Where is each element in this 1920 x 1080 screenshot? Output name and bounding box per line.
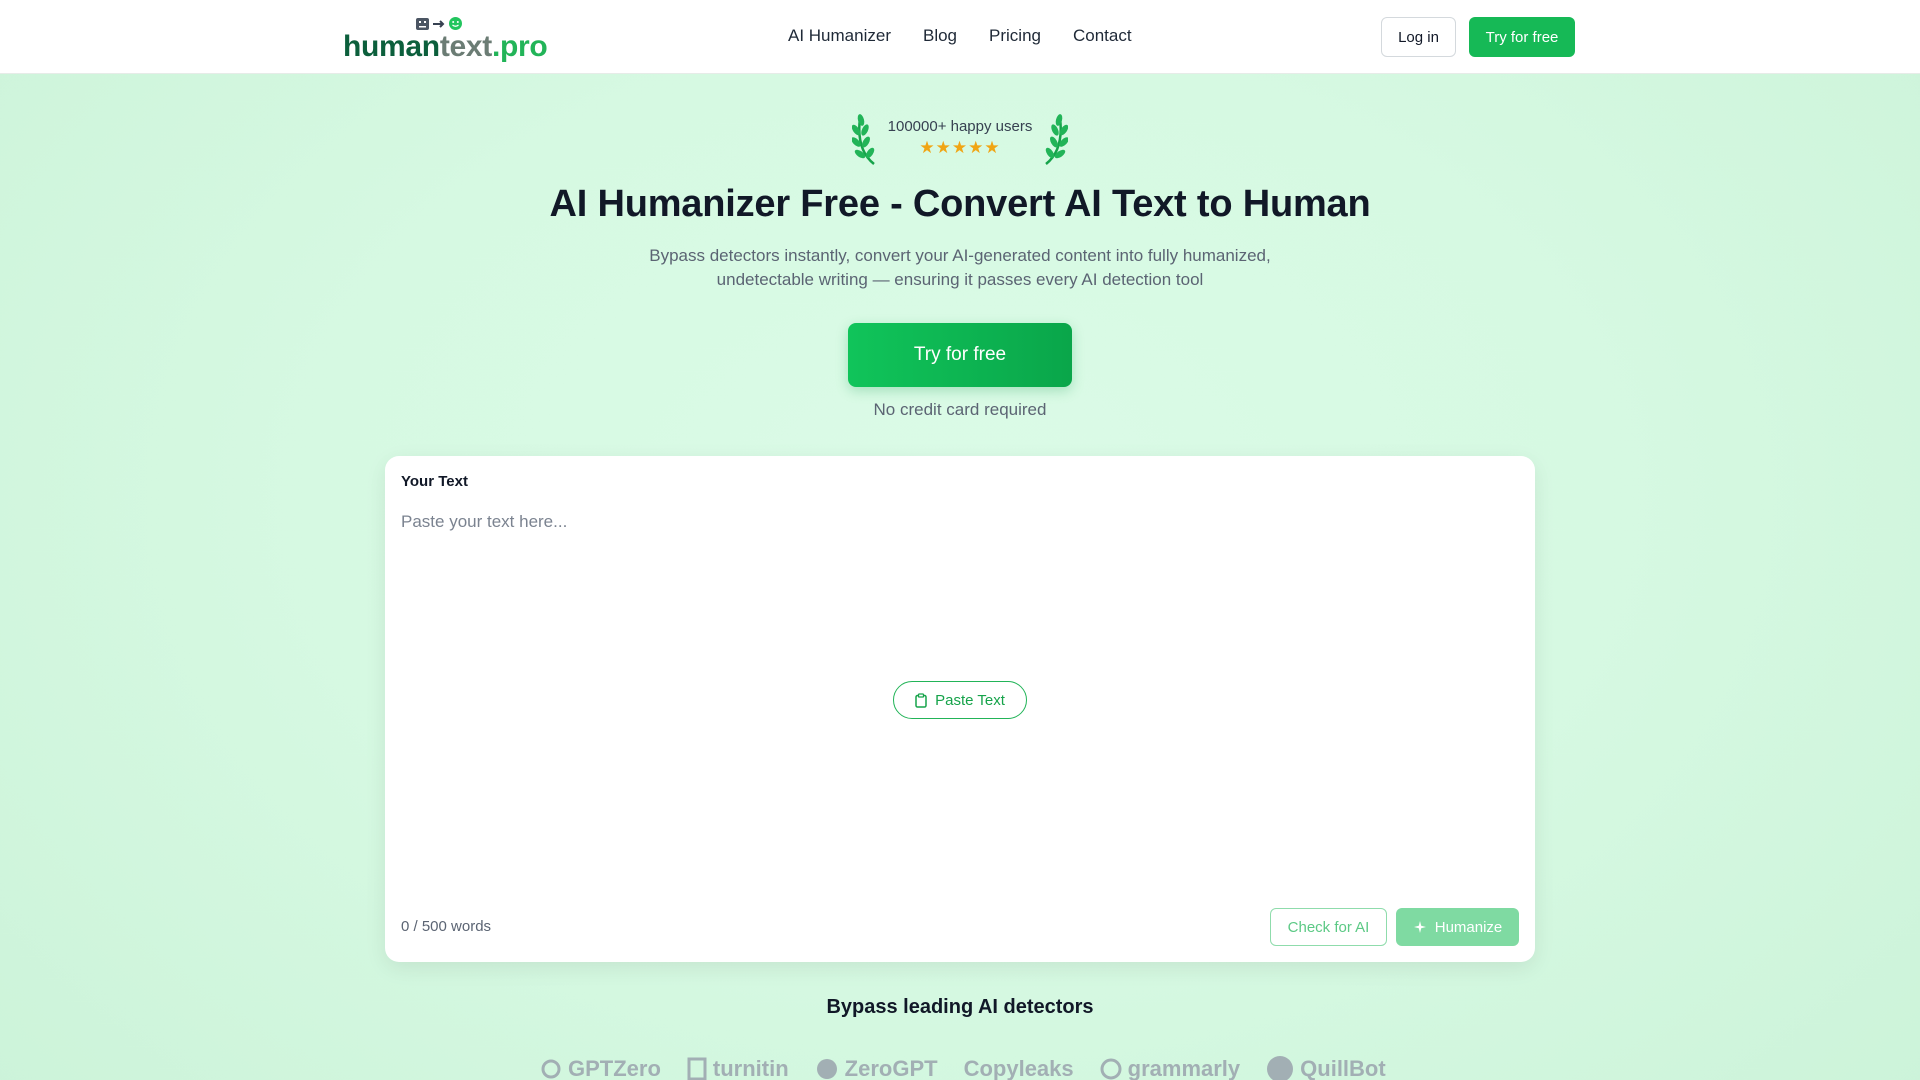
text-editor-card: Your Text Paste Text 0 / 500 words Check… <box>385 456 1535 962</box>
gptzero-logo: GPTZero <box>540 1056 661 1080</box>
nav-pricing[interactable]: Pricing <box>989 26 1041 46</box>
site-header: humantext.pro AI Humanizer Blog Pricing … <box>0 0 1920 74</box>
page-title: AI Humanizer Free - Convert AI Text to H… <box>549 183 1371 225</box>
grammarly-label: grammarly <box>1127 1056 1241 1080</box>
logo-part-pro: .pro <box>492 30 548 63</box>
quillbot-icon <box>1267 1056 1294 1080</box>
zerogpt-icon <box>816 1059 837 1079</box>
humanize-label: Humanize <box>1434 918 1503 936</box>
zerogpt-label: ZeroGPT <box>844 1056 938 1080</box>
robot-icon <box>416 17 429 30</box>
turnitin-icon <box>687 1057 707 1080</box>
zerogpt-logo: ZeroGPT <box>815 1056 938 1080</box>
turnitin-label: turnitin <box>712 1056 789 1080</box>
arrow-right-icon <box>433 19 445 28</box>
detectors-title: Bypass leading AI detectors <box>826 996 1094 1018</box>
nav-ai-humanizer[interactable]: AI Humanizer <box>788 26 891 46</box>
your-text-label: Your Text <box>401 473 468 490</box>
logo-part-human: human <box>343 30 440 63</box>
clipboard-icon <box>915 692 927 708</box>
paste-text-label: Paste Text <box>935 691 1005 709</box>
quillbot-logo: QuillBot <box>1266 1055 1386 1080</box>
login-button[interactable]: Log in <box>1381 17 1456 57</box>
laurel-right-icon <box>1045 114 1068 165</box>
humanize-button[interactable]: Humanize <box>1396 908 1519 946</box>
grammarly-logo: grammarly <box>1100 1056 1241 1080</box>
check-for-ai-button[interactable]: Check for AI <box>1270 908 1387 946</box>
hero-subtitle: Bypass detectors instantly, convert your… <box>649 246 1271 289</box>
smiley-icon <box>449 17 462 30</box>
text-input[interactable] <box>401 512 1511 812</box>
gptzero-icon <box>541 1059 561 1079</box>
hero-try-button[interactable]: Try for free <box>848 323 1072 387</box>
rating-stars-icon: ★★★★★ <box>919 138 1001 157</box>
grammarly-icon <box>1100 1058 1122 1080</box>
logo-icons <box>415 16 463 31</box>
word-count: 0 / 500 words <box>401 918 492 935</box>
logo-part-text: text <box>439 30 492 63</box>
paste-text-button[interactable]: Paste Text <box>893 681 1027 719</box>
header-try-button[interactable]: Try for free <box>1469 17 1575 57</box>
no-credit-card-note: No credit card required <box>873 400 1047 419</box>
main-nav: AI Humanizer Blog Pricing Contact <box>788 26 1132 46</box>
turnitin-logo: turnitin <box>687 1056 789 1080</box>
sparkle-icon <box>1413 921 1426 933</box>
happy-users-badge: 100000+ happy users ★★★★★ <box>852 108 1068 168</box>
quillbot-label: QuillBot <box>1300 1056 1386 1080</box>
gptzero-label: GPTZero <box>568 1056 661 1080</box>
nav-contact[interactable]: Contact <box>1073 26 1132 46</box>
copyleaks-label: Copyleaks <box>963 1056 1074 1080</box>
logo[interactable]: humantext.pro <box>343 14 553 64</box>
nav-blog[interactable]: Blog <box>923 26 957 46</box>
detector-logos: GPTZero turnitin ZeroGPT Copyleaks gramm… <box>540 1054 1390 1080</box>
copyleaks-logo: Copyleaks <box>964 1056 1074 1080</box>
logo-text: humantext.pro <box>343 30 548 64</box>
happy-users-text: 100000+ happy users <box>887 118 1033 135</box>
